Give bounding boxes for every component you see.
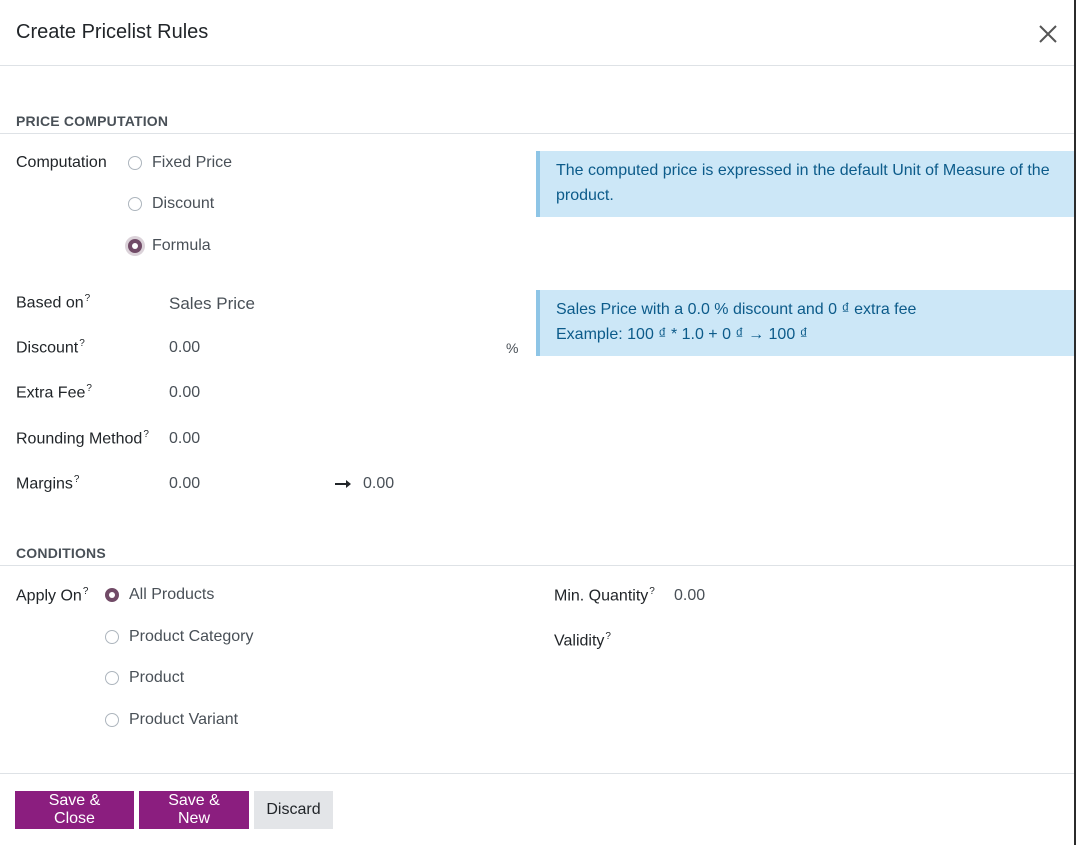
radio-button[interactable] xyxy=(105,630,119,644)
radio-label: All Products xyxy=(129,586,215,603)
help-tooltip-marker[interactable]: ? xyxy=(649,586,655,597)
radio-button-checked[interactable] xyxy=(128,239,142,253)
section-divider xyxy=(0,565,1074,566)
margins-max-input[interactable]: 0.00 xyxy=(363,475,394,493)
arrow-right-icon xyxy=(334,477,354,491)
radio-label: Product xyxy=(129,669,185,686)
extra-fee-label: Extra Fee? xyxy=(16,383,92,402)
help-tooltip-marker[interactable]: ? xyxy=(83,586,89,597)
footer-divider xyxy=(0,773,1074,774)
min-quantity-label: Min. Quantity? xyxy=(554,586,655,605)
help-tooltip-marker[interactable]: ? xyxy=(85,293,91,304)
help-tooltip-marker[interactable]: ? xyxy=(74,474,80,485)
dialog-header: Create Pricelist Rules xyxy=(0,0,1074,66)
help-tooltip-marker[interactable]: ? xyxy=(143,429,149,440)
radio-label: Discount xyxy=(152,195,215,212)
radio-label: Fixed Price xyxy=(152,154,233,171)
dialog-title: Create Pricelist Rules xyxy=(16,21,209,43)
apply-on-label: Apply On? xyxy=(16,586,89,605)
radio-label: Product Variant xyxy=(129,711,239,728)
radio-product-variant[interactable]: Product Variant xyxy=(105,711,238,729)
computation-label: Computation xyxy=(16,154,107,171)
save-close-button[interactable]: Save & Close xyxy=(15,791,134,829)
radio-fixed-price[interactable]: Fixed Price xyxy=(128,154,232,172)
formula-info-line-2: Example: 100 ₫ * 1.0 + 0 ₫ → 100 ₫ xyxy=(556,326,808,343)
close-icon[interactable] xyxy=(1036,22,1060,46)
discount-label: Discount? xyxy=(16,338,85,357)
section-title-conditions: CONDITIONS xyxy=(16,545,106,561)
rounding-method-input[interactable]: 0.00 xyxy=(169,430,200,448)
rounding-method-label: Rounding Method? xyxy=(16,429,149,448)
radio-all-products[interactable]: All Products xyxy=(105,586,214,604)
radio-button[interactable] xyxy=(128,197,142,211)
radio-button-checked[interactable] xyxy=(105,588,119,602)
radio-button[interactable] xyxy=(105,671,119,685)
formula-info-line-1: Sales Price with a 0.0 % discount and 0 … xyxy=(556,301,917,318)
save-new-button[interactable]: Save & New xyxy=(139,791,249,829)
help-tooltip-marker[interactable]: ? xyxy=(79,338,85,349)
discount-percent-sign: % xyxy=(506,340,519,356)
based-on-select[interactable]: Sales Price xyxy=(169,294,255,314)
discard-button[interactable]: Discard xyxy=(254,791,333,829)
radio-discount[interactable]: Discount xyxy=(128,195,214,213)
discount-input[interactable]: 0.00 xyxy=(169,339,200,357)
radio-button[interactable] xyxy=(105,713,119,727)
validity-label: Validity? xyxy=(554,631,611,650)
margins-label: Margins? xyxy=(16,474,80,493)
help-tooltip-marker[interactable]: ? xyxy=(605,631,611,642)
radio-product[interactable]: Product xyxy=(105,669,184,687)
margins-min-input[interactable]: 0.00 xyxy=(169,475,200,493)
min-quantity-input[interactable]: 0.00 xyxy=(674,587,705,605)
based-on-label: Based on? xyxy=(16,293,91,312)
uom-info-alert: The computed price is expressed in the d… xyxy=(536,151,1074,217)
help-tooltip-marker[interactable]: ? xyxy=(86,383,92,394)
formula-info-alert: Sales Price with a 0.0 % discount and 0 … xyxy=(536,290,1074,356)
section-divider xyxy=(0,133,1074,134)
radio-label: Product Category xyxy=(129,628,254,645)
section-title-price-computation: PRICE COMPUTATION xyxy=(16,113,169,129)
radio-button[interactable] xyxy=(128,156,142,170)
radio-formula[interactable]: Formula xyxy=(128,237,211,255)
radio-product-category[interactable]: Product Category xyxy=(105,628,254,646)
extra-fee-input[interactable]: 0.00 xyxy=(169,384,200,402)
uom-info-text: The computed price is expressed in the d… xyxy=(556,162,1050,204)
radio-label: Formula xyxy=(152,237,211,254)
